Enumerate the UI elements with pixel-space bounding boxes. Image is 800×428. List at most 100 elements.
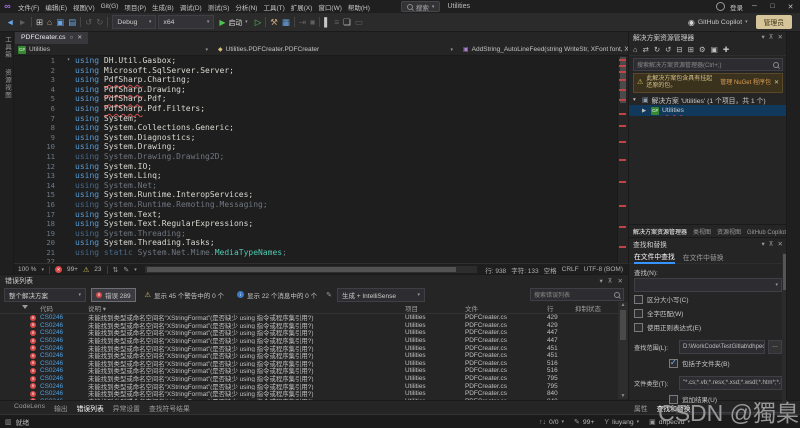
keep-open-icon[interactable]: ○ <box>70 35 74 41</box>
code-text[interactable]: using System.Diagnostics; <box>75 133 195 143</box>
pencil-filter-icon[interactable]: ✎ <box>326 291 332 299</box>
filter-icon[interactable] <box>22 305 28 309</box>
column-file[interactable]: 文件 <box>465 303 547 313</box>
pin-icon[interactable]: ⊼ <box>608 277 613 285</box>
bookmark-icon[interactable]: ▌ <box>322 14 332 30</box>
se-tab-GitHub Copilot 聊天[interactable]: GitHub Copilot 聊天 <box>747 227 787 236</box>
collapse-all-icon[interactable]: ⊟ <box>676 45 682 54</box>
close-button[interactable]: ✕ <box>784 3 797 11</box>
error-code-link[interactable]: CS0246 <box>40 345 88 352</box>
panel-tab-输出[interactable]: 输出 <box>54 403 68 413</box>
nav-forward-icon[interactable]: ► <box>16 14 28 30</box>
properties-icon[interactable]: ⚙ <box>699 45 706 54</box>
encoding-indicator[interactable]: UTF-8 (BOM) <box>584 266 623 273</box>
error-indicator-icon[interactable]: ✕ <box>54 266 62 273</box>
code-text[interactable]: using System; <box>75 114 138 124</box>
code-text[interactable]: using System.Text; <box>75 210 162 220</box>
error-code-link[interactable]: CS0246 <box>40 322 88 329</box>
run-without-debug-icon[interactable]: ▷ <box>253 14 264 30</box>
chevron-down-icon[interactable]: ▾ <box>633 97 639 103</box>
fold-indicator-icon[interactable]: ▾ <box>62 56 75 66</box>
github-copilot-button[interactable]: ◉ GitHub Copilot ▾ <box>688 18 748 27</box>
admin-badge-button[interactable]: 管理员 <box>755 15 792 29</box>
close-icon[interactable]: ✕ <box>778 240 783 248</box>
menu-item-10[interactable]: 工具(T) <box>260 2 287 12</box>
se-tab-解决方案资源管理器[interactable]: 解决方案资源管理器 <box>633 227 687 236</box>
open-folder-icon[interactable]: ⌂ <box>45 14 54 30</box>
menu-item-3[interactable]: 视图(V) <box>70 2 98 12</box>
column-description[interactable]: 说明 ▾ <box>88 303 405 313</box>
find-tab-在文件中替换[interactable]: 在文件中替换 <box>683 251 724 263</box>
comment-icon[interactable]: ❏ <box>341 14 353 30</box>
horizontal-scrollbar[interactable] <box>144 266 478 273</box>
code-text[interactable]: using System.Runtime.Remoting.Messaging; <box>75 200 268 210</box>
find-option-3[interactable]: 使用正则表达式(E) <box>629 320 787 334</box>
panel-tab-异常设置[interactable]: 异常设置 <box>113 403 140 413</box>
code-text[interactable]: using System.Linq; <box>75 171 162 181</box>
se-tab-资源视图[interactable]: 资源视图 <box>717 227 741 236</box>
code-text[interactable]: using System.Threading; <box>75 229 186 239</box>
error-code-link[interactable]: CS0246 <box>40 390 88 397</box>
code-text[interactable]: using System.Drawing; <box>75 142 176 152</box>
member-dropdown[interactable]: ▣ AddString_AutoLineFeed(string WriteStr… <box>458 44 628 55</box>
file-types-dropdown[interactable]: "*.cs;*.vb;*.resx;*.xsd;*.wsdl;*.htm*;*.… <box>679 376 782 391</box>
checkbox[interactable] <box>634 322 643 332</box>
stop-icon[interactable]: ■ <box>308 14 317 30</box>
nav-back-icon[interactable]: ◄ <box>4 14 16 30</box>
new-file-icon[interactable]: ⊞ <box>34 14 45 30</box>
code-editor[interactable]: 1 ▾ using DH.Util.Gasbox; 2 using Microsoft.… <box>13 56 628 263</box>
background-tasks-icon[interactable]: ▥ <box>5 418 12 426</box>
menu-item-13[interactable]: 帮助(H) <box>345 2 373 12</box>
menu-item-2[interactable]: 编辑(E) <box>42 2 70 12</box>
close-icon[interactable]: ✕ <box>778 33 783 41</box>
browse-button[interactable]: … <box>768 340 782 355</box>
sign-in-button[interactable]: 登录 <box>730 2 743 12</box>
outline-icon[interactable]: ≡ <box>332 14 341 30</box>
error-row[interactable]: ✕ CS0246未能找到类型或命名空间名“XStringFormat”(是否缺少 … <box>0 329 628 337</box>
error-code-link[interactable]: CS0246 <box>40 360 88 367</box>
save-all-icon[interactable]: ▤ <box>66 14 78 30</box>
menu-item-4[interactable]: Git(G) <box>98 3 122 10</box>
code-text[interactable]: using System.Runtime.InteropServices; <box>75 190 253 200</box>
manage-nuget-link[interactable]: 管理 NuGet 程序包 <box>720 80 771 87</box>
chevron-down-icon[interactable]: ▾ <box>762 33 765 41</box>
error-code-link[interactable]: CS0246 <box>40 352 88 359</box>
code-text[interactable]: using static System.Net.Mime.MediaTypeNa… <box>75 248 287 258</box>
home-icon[interactable]: ⌂ <box>633 45 638 54</box>
error-row[interactable]: ✕ CS0246未能找到类型或命名空间名“XStringFormat”(是否缺少 … <box>0 382 628 390</box>
checkbox[interactable] <box>634 308 643 318</box>
git-branch-status[interactable]: Yliuyang ▾ <box>604 419 639 426</box>
panel-tab-错误列表[interactable]: 错误列表 <box>77 403 104 413</box>
pin-icon[interactable]: ⊼ <box>769 240 774 248</box>
code-text[interactable]: using System.Net; <box>75 181 157 191</box>
project-node[interactable]: ▶ C# Utilities <box>629 105 787 117</box>
find-tab-在文件中查找[interactable]: 在文件中查找 <box>634 250 675 264</box>
show-all-files-icon[interactable]: ⊞ <box>688 45 694 54</box>
scroll-up-icon[interactable]: ▲ <box>618 302 628 308</box>
scrollbar-thumb[interactable] <box>620 310 626 340</box>
scope-dropdown[interactable]: 整个解决方案 ▾ <box>4 287 86 302</box>
window-layout-icon[interactable]: ▦ <box>280 14 292 30</box>
zoom-dropdown[interactable]: 100 % <box>18 266 36 273</box>
error-code-link[interactable]: CS0246 <box>40 383 88 390</box>
error-row[interactable]: ✕ CS0246未能找到类型或命名空间名“XStringFormat”(是否缺少 … <box>0 375 628 382</box>
warnings-filter-button[interactable]: ⚠ 显示 45 个警告中的 0 个 <box>141 289 228 301</box>
menu-item-5[interactable]: 项目(P) <box>121 2 149 12</box>
close-icon[interactable]: ✕ <box>618 277 623 285</box>
panel-tab-CodeLens[interactable]: CodeLens <box>14 403 45 413</box>
menu-item-7[interactable]: 调试(D) <box>177 2 205 12</box>
error-row[interactable]: ✕ CS0246未能找到类型或命名空间名“XStringFormat”(是否缺少 … <box>0 344 628 352</box>
error-code-link[interactable]: CS0246 <box>40 337 88 344</box>
scrollbar-thumb[interactable] <box>146 267 456 272</box>
find-what-input[interactable]: ▾ <box>634 278 782 293</box>
solution-node[interactable]: ▾ ▣ 解决方案 'Utilities' (1 个项目，共 1 个) <box>629 94 787 105</box>
menu-item-6[interactable]: 生成(B) <box>149 2 177 12</box>
error-list-scrollbar[interactable]: ▲ ▼ <box>618 302 628 399</box>
warning-indicator-icon[interactable]: ⚠ <box>83 266 89 274</box>
error-row[interactable]: ✕ CS0246未能找到类型或命名空间名“XStringFormat”(是否缺少 … <box>0 322 628 329</box>
code-text[interactable]: using System.Drawing.Drawing2D; <box>75 152 224 162</box>
left-autohide-tab-2[interactable]: 资源视图 <box>2 64 12 104</box>
checkbox[interactable] <box>669 358 678 368</box>
source-filter-dropdown[interactable]: 生成 + IntelliSense ▾ <box>336 287 425 302</box>
menu-item-1[interactable]: 文件(F) <box>15 2 42 12</box>
